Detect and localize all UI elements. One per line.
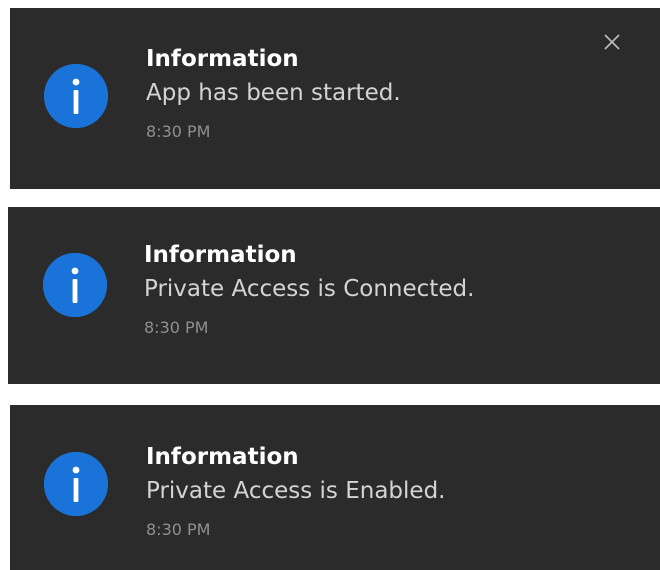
notification-time: 8:30 PM xyxy=(146,520,211,539)
close-button[interactable] xyxy=(596,26,628,58)
notification-toast[interactable]: Information Private Access is Connected.… xyxy=(8,207,660,384)
notification-message: Private Access is Enabled. xyxy=(146,478,446,504)
notification-title: Information xyxy=(146,46,299,72)
notification-message: App has been started. xyxy=(146,80,401,106)
notification-time: 8:30 PM xyxy=(144,318,209,337)
notification-title: Information xyxy=(144,242,297,268)
notification-message: Private Access is Connected. xyxy=(144,276,475,302)
notification-title: Information xyxy=(146,444,299,470)
close-icon xyxy=(604,34,620,50)
info-icon xyxy=(44,64,108,128)
notification-time: 8:30 PM xyxy=(146,122,211,141)
info-icon xyxy=(43,253,107,317)
notification-toast[interactable]: Information App has been started. 8:30 P… xyxy=(10,8,660,189)
notification-toast[interactable]: Information Private Access is Enabled. 8… xyxy=(10,405,660,570)
info-icon xyxy=(44,452,108,516)
